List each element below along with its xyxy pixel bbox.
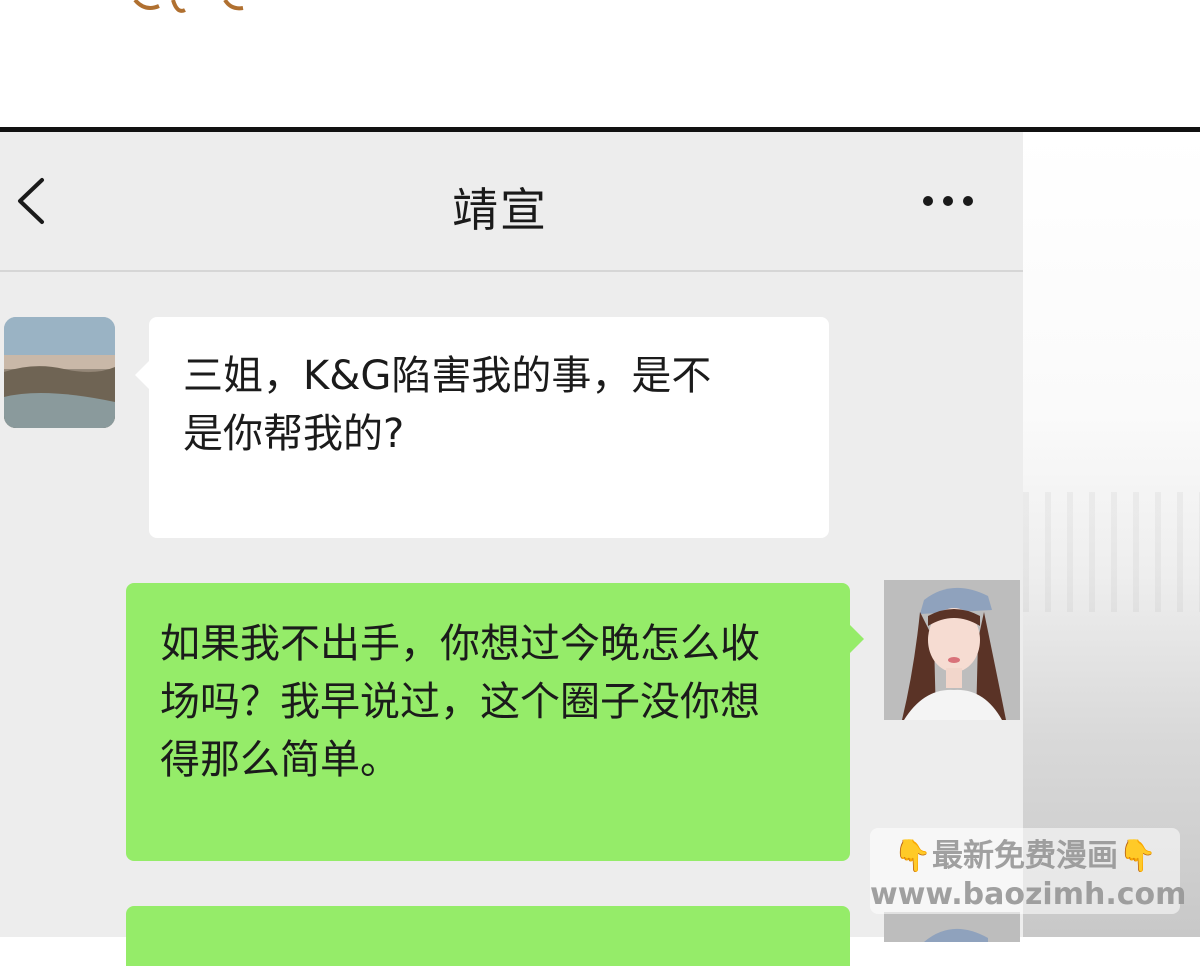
message-line: 如果我不出手，你想过今晚怎么收 bbox=[160, 621, 760, 667]
user-avatar[interactable] bbox=[884, 580, 1020, 720]
message-line: 得那么简单。 bbox=[160, 737, 400, 783]
chat-screen: 靖宣 三姐，K&G陷害我的事，是不 是你帮我的? 如果我不出手，你想过今晚怎么收… bbox=[0, 132, 1023, 966]
background-room-scene bbox=[1023, 132, 1200, 937]
comic-top-panel bbox=[0, 0, 1200, 128]
chat-header: 靖宣 bbox=[0, 132, 1023, 272]
contact-avatar[interactable] bbox=[4, 317, 115, 428]
pointing-down-icon: 👇 bbox=[893, 838, 932, 874]
message-line: 是你帮我的? bbox=[183, 411, 405, 457]
incoming-message-bubble[interactable]: 三姐，K&G陷害我的事，是不 是你帮我的? bbox=[135, 317, 829, 538]
watermark-url: www.baozimh.com bbox=[870, 877, 1187, 912]
watermark-text: 最新免费漫画 bbox=[932, 838, 1118, 874]
pointing-down-icon: 👇 bbox=[1118, 838, 1157, 874]
outgoing-message-bubble[interactable]: 如果我不出手，你想过今晚怎么收 场吗？我早说过，这个圈子没你想 得那么简单。 bbox=[126, 583, 864, 861]
outgoing-message-bubble-partial[interactable] bbox=[126, 906, 850, 966]
message-line: 三姐，K&G陷害我的事，是不 bbox=[183, 353, 712, 399]
message-line: 场吗？我早说过，这个圈子没你想 bbox=[160, 679, 760, 725]
site-watermark: 👇最新免费漫画👇 www.baozimh.com bbox=[870, 828, 1187, 914]
user-avatar-partial[interactable] bbox=[884, 912, 1020, 942]
more-dots-icon[interactable] bbox=[918, 190, 978, 212]
chat-title: 靖宣 bbox=[452, 183, 548, 237]
comic-drawing-fragment bbox=[133, 0, 244, 13]
